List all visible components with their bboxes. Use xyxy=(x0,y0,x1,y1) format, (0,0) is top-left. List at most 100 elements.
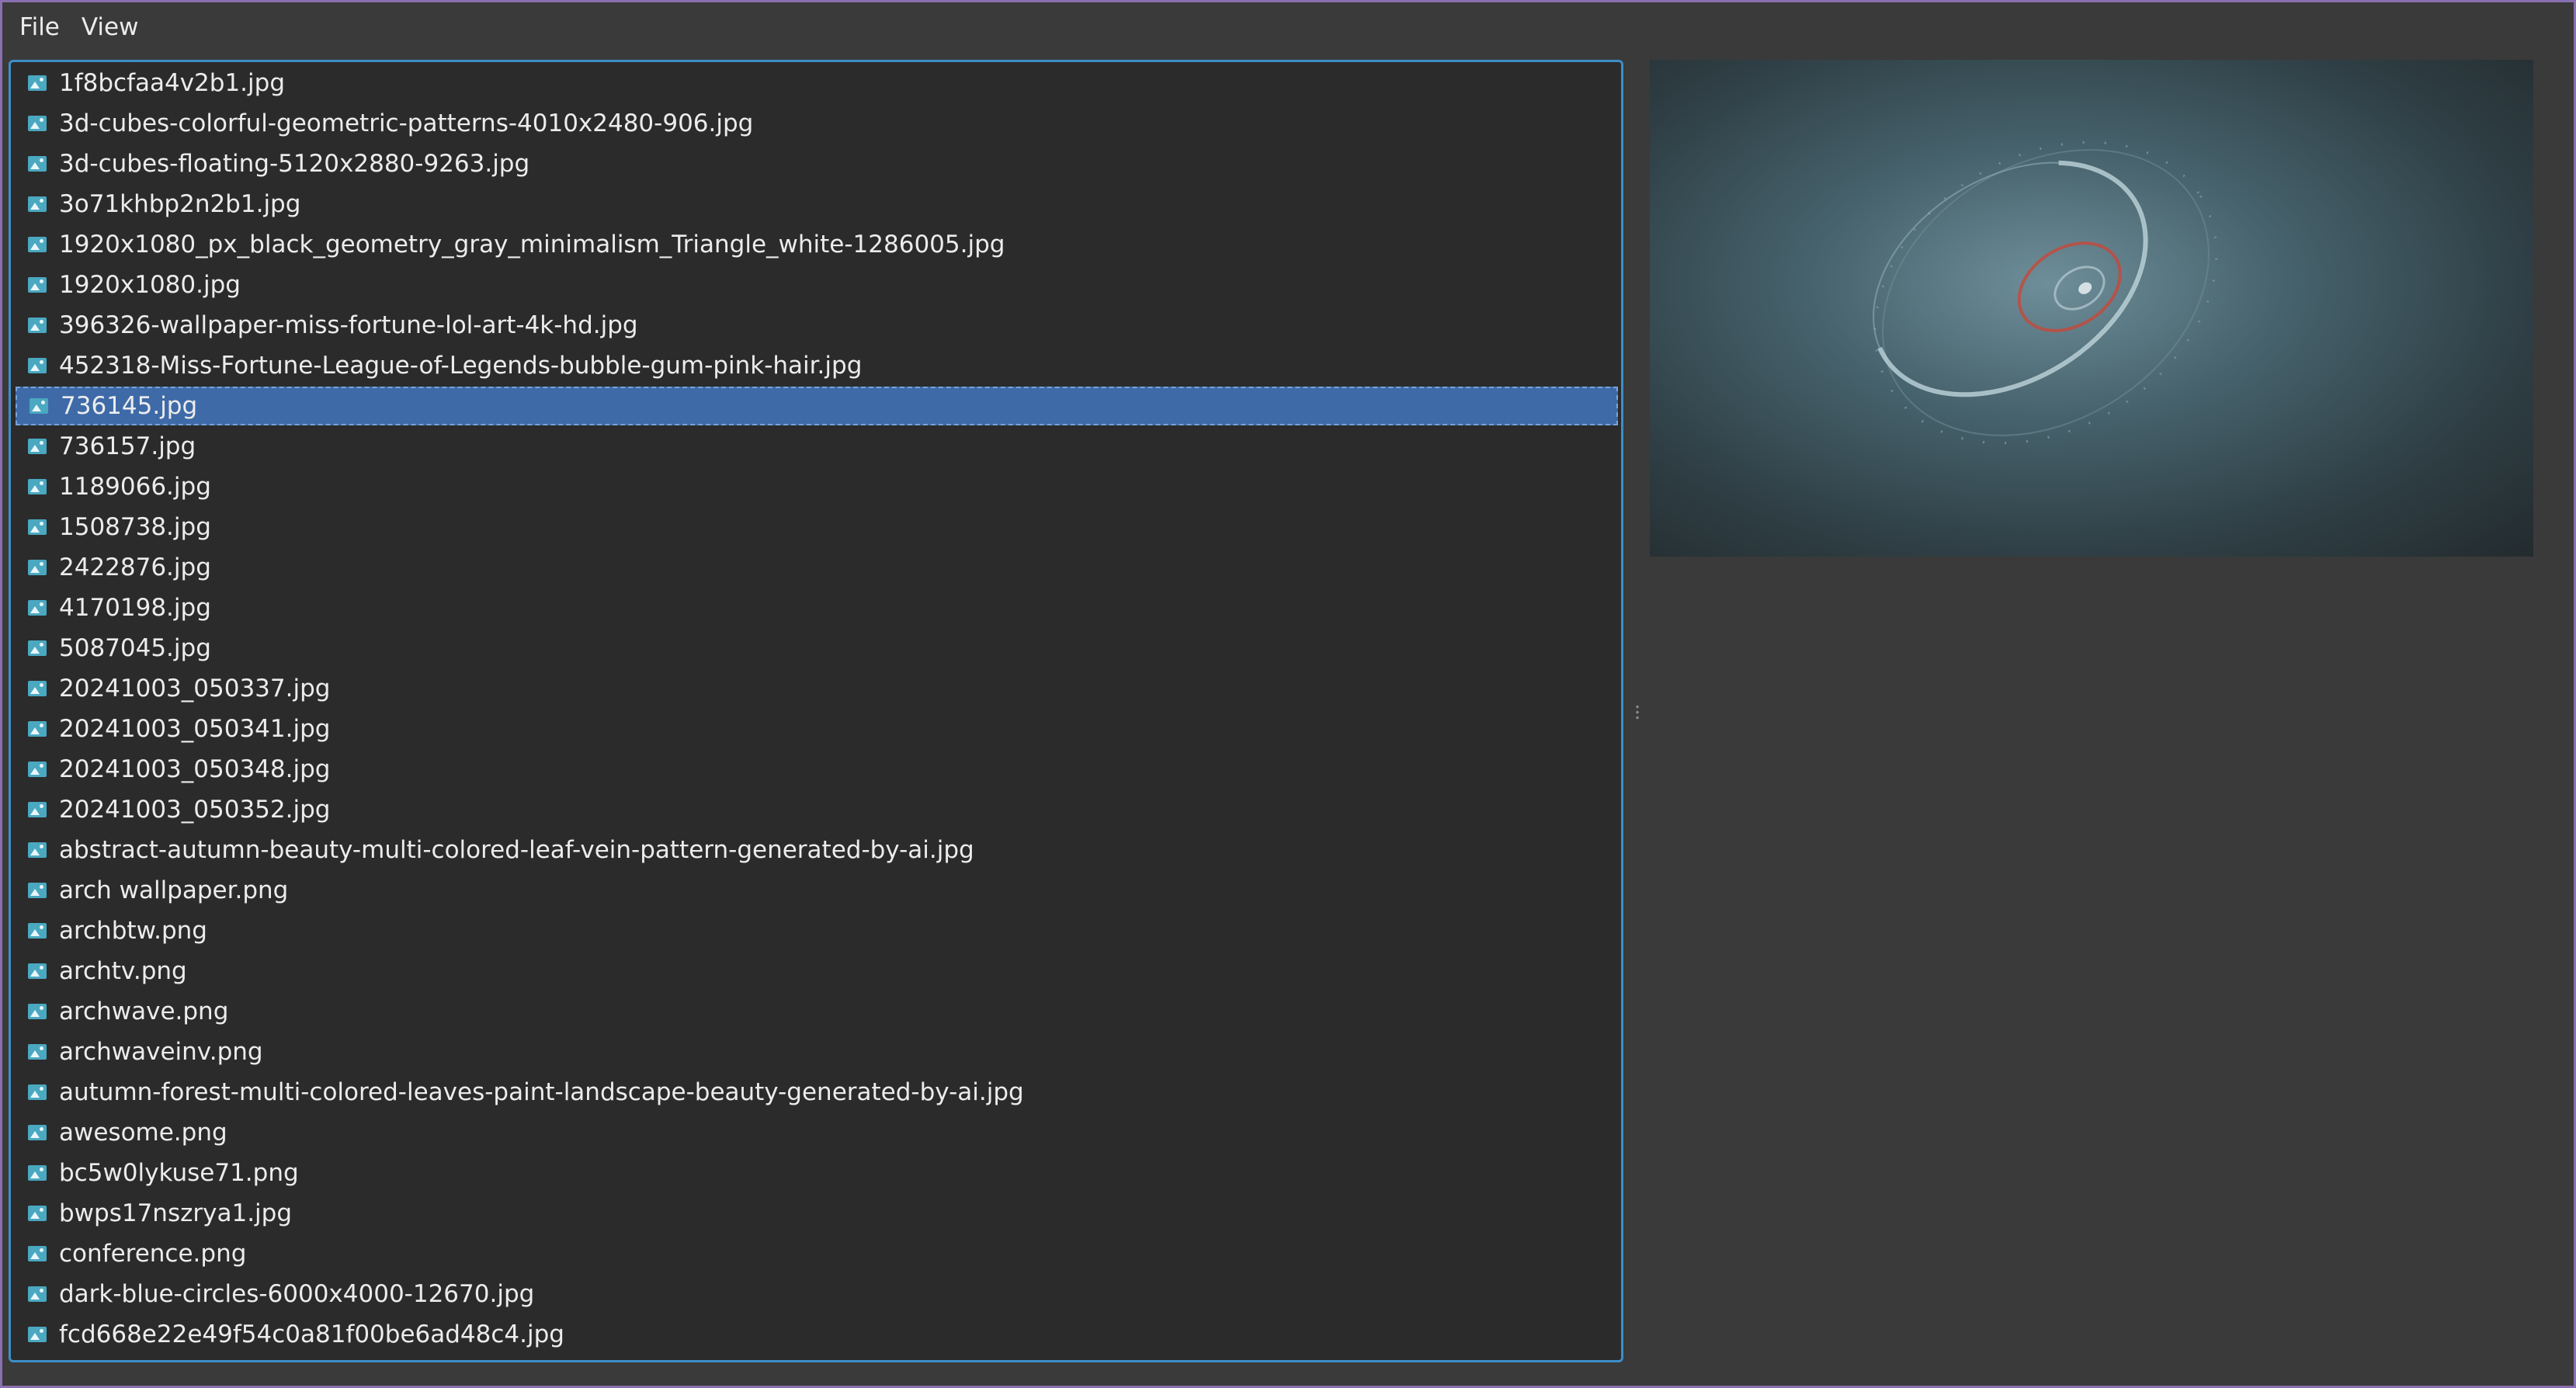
file-list-item[interactable]: 3d-cubes-colorful-geometric-patterns-401… xyxy=(16,104,1618,143)
file-list-item[interactable]: 20241003_050348.jpg xyxy=(16,750,1618,789)
image-file-icon xyxy=(28,358,47,373)
image-file-icon xyxy=(30,398,48,414)
image-file-icon xyxy=(28,479,47,494)
image-file-icon xyxy=(28,277,47,293)
image-file-icon xyxy=(28,75,47,91)
app-window: File View 1f8bcfaa4v2b1.jpg 3d-cubes-colo… xyxy=(0,0,2576,1388)
file-list-item[interactable]: 452318-Miss-Fortune-League-of-Legends-bu… xyxy=(16,346,1618,385)
file-list-item[interactable]: 5087045.jpg xyxy=(16,629,1618,668)
file-list-item[interactable]: 3o71khbp2n2b1.jpg xyxy=(16,185,1618,224)
file-list-item[interactable]: 2422876.jpg xyxy=(16,548,1618,587)
image-file-icon xyxy=(28,1004,47,1019)
file-name: 1189066.jpg xyxy=(59,473,211,501)
file-name: bc5w0lykuse71.png xyxy=(59,1159,299,1187)
file-name: bwps17nszrya1.jpg xyxy=(59,1199,293,1227)
image-file-icon xyxy=(28,842,47,858)
image-file-icon xyxy=(28,640,47,656)
image-file-icon xyxy=(28,1084,47,1100)
file-name: awesome.png xyxy=(59,1119,227,1147)
image-file-icon xyxy=(28,1206,47,1221)
file-name: archbtw.png xyxy=(59,917,207,945)
file-name: 20241003_050348.jpg xyxy=(59,755,331,783)
file-list-item[interactable]: archbtw.png xyxy=(16,911,1618,950)
image-file-icon xyxy=(28,156,47,172)
file-name: 1f8bcfaa4v2b1.jpg xyxy=(59,69,286,97)
file-list-item[interactable]: bwps17nszrya1.jpg xyxy=(16,1194,1618,1233)
image-preview xyxy=(1650,60,2533,557)
file-name: 4170198.jpg xyxy=(59,594,211,622)
file-list-item[interactable]: conference.png xyxy=(16,1234,1618,1273)
file-list-item[interactable]: archwaveinv.png xyxy=(16,1032,1618,1071)
file-name: dark-blue-circles-6000x4000-12670.jpg xyxy=(59,1280,535,1308)
file-name: 2422876.jpg xyxy=(59,553,211,581)
file-name: 1508738.jpg xyxy=(59,513,211,541)
image-file-icon xyxy=(28,923,47,939)
file-list-item[interactable]: dark-blue-circles-6000x4000-12670.jpg xyxy=(16,1275,1618,1313)
file-name: 3d-cubes-floating-5120x2880-9263.jpg xyxy=(59,150,530,178)
file-list-item[interactable]: fcd668e22e49f54c0a81f00be6ad48c4.jpg xyxy=(16,1315,1618,1354)
image-file-icon xyxy=(28,762,47,777)
file-list-item[interactable]: 1920x1080_px_black_geometry_gray_minimal… xyxy=(16,225,1618,264)
file-list-item[interactable]: 1920x1080.jpg xyxy=(16,265,1618,304)
menu-bar: File View xyxy=(2,2,2574,52)
file-list-item[interactable]: archwave.png xyxy=(16,992,1618,1031)
file-list-item[interactable]: 20241003_050337.jpg xyxy=(16,669,1618,708)
menu-file[interactable]: File xyxy=(9,13,71,41)
file-list-item[interactable]: 1189066.jpg xyxy=(16,467,1618,506)
file-name: 20241003_050352.jpg xyxy=(59,796,331,824)
image-file-icon xyxy=(28,721,47,737)
file-list-item[interactable]: 20241003_050341.jpg xyxy=(16,710,1618,748)
file-name: 396326-wallpaper-miss-fortune-lol-art-4k… xyxy=(59,311,638,339)
image-file-icon xyxy=(28,519,47,535)
image-file-icon xyxy=(28,439,47,454)
image-file-icon xyxy=(28,560,47,575)
file-list-item[interactable]: arch wallpaper.png xyxy=(16,871,1618,910)
file-name: autumn-forest-multi-colored-leaves-paint… xyxy=(59,1078,1024,1106)
file-list-item[interactable]: 736145.jpg xyxy=(16,387,1618,425)
file-name: 1920x1080_px_black_geometry_gray_minimal… xyxy=(59,231,1005,259)
file-list-item[interactable]: 736157.jpg xyxy=(16,427,1618,466)
image-file-icon xyxy=(28,1286,47,1302)
file-name: 3o71khbp2n2b1.jpg xyxy=(59,190,301,218)
file-list-item[interactable]: autumn-forest-multi-colored-leaves-paint… xyxy=(16,1073,1618,1112)
file-name: archwaveinv.png xyxy=(59,1038,263,1066)
preview-image xyxy=(1871,141,2218,445)
image-file-icon xyxy=(28,963,47,979)
splitter-handle-icon xyxy=(1635,704,1640,721)
file-list-item[interactable]: 20241003_050352.jpg xyxy=(16,790,1618,829)
splitter-handle[interactable] xyxy=(1630,685,1645,740)
image-file-icon xyxy=(28,883,47,898)
file-list[interactable]: 1f8bcfaa4v2b1.jpg 3d-cubes-colorful-geome… xyxy=(9,60,1623,1362)
file-list-item[interactable]: abstract-autumn-beauty-multi-colored-lea… xyxy=(16,831,1618,869)
file-name: abstract-autumn-beauty-multi-colored-lea… xyxy=(59,836,974,864)
file-list-item[interactable]: 1508738.jpg xyxy=(16,508,1618,547)
file-list-item[interactable]: awesome.png xyxy=(16,1113,1618,1152)
image-file-icon xyxy=(28,1246,47,1261)
file-name: archwave.png xyxy=(59,998,229,1025)
image-file-icon xyxy=(28,318,47,333)
image-file-icon xyxy=(28,802,47,817)
file-list-item[interactable]: 396326-wallpaper-miss-fortune-lol-art-4k… xyxy=(16,306,1618,345)
image-file-icon xyxy=(28,1165,47,1181)
file-name: 452318-Miss-Fortune-League-of-Legends-bu… xyxy=(59,352,863,380)
image-file-icon xyxy=(28,681,47,696)
file-list-item[interactable]: 4170198.jpg xyxy=(16,588,1618,627)
file-name: 3d-cubes-colorful-geometric-patterns-401… xyxy=(59,109,754,137)
image-file-icon xyxy=(28,196,47,212)
image-file-icon xyxy=(28,237,47,252)
file-name: 736157.jpg xyxy=(59,432,196,460)
file-name: fcd668e22e49f54c0a81f00be6ad48c4.jpg xyxy=(59,1320,564,1348)
file-name: 5087045.jpg xyxy=(59,634,211,662)
file-name: 736145.jpg xyxy=(61,392,198,420)
file-name: conference.png xyxy=(59,1240,247,1268)
file-list-item[interactable]: 1f8bcfaa4v2b1.jpg xyxy=(16,64,1618,102)
menu-view[interactable]: View xyxy=(71,13,150,41)
file-list-item[interactable]: bc5w0lykuse71.png xyxy=(16,1154,1618,1192)
file-list-item[interactable]: 3d-cubes-floating-5120x2880-9263.jpg xyxy=(16,144,1618,183)
file-name: archtv.png xyxy=(59,957,187,985)
image-file-icon xyxy=(28,1125,47,1140)
image-file-icon xyxy=(28,116,47,131)
file-name: arch wallpaper.png xyxy=(59,876,289,904)
file-list-item[interactable]: archtv.png xyxy=(16,952,1618,991)
file-name: 20241003_050337.jpg xyxy=(59,675,331,703)
